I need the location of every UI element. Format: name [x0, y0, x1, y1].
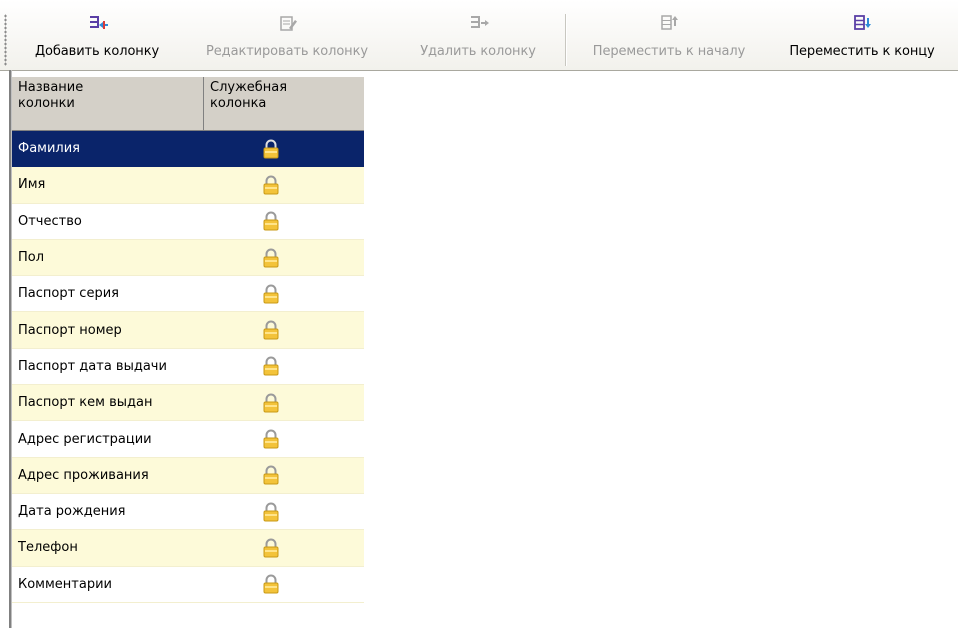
table-row[interactable]: Паспорт кем выдан: [12, 385, 364, 422]
lock-icon: [263, 356, 279, 376]
lock-icon: [263, 502, 279, 522]
column-name-cell[interactable]: Комментарии: [12, 577, 204, 592]
service-column-cell[interactable]: [204, 211, 364, 231]
move-to-start-icon: [661, 15, 678, 30]
service-column-cell[interactable]: [204, 465, 364, 485]
move-to-end-button[interactable]: Переместить к концу: [772, 8, 952, 66]
lock-icon: [263, 320, 279, 340]
move-to-start-button[interactable]: Переместить к началу: [574, 8, 764, 66]
grid-body: Фамилия Имя Отчество Пол Паспорт серия Паспор…: [12, 131, 364, 603]
header-name-line2: колонки: [18, 96, 75, 111]
lock-icon: [263, 284, 279, 304]
column-name-cell[interactable]: Пол: [12, 250, 204, 265]
service-column-cell[interactable]: [204, 248, 364, 268]
table-row[interactable]: Паспорт номер: [12, 312, 364, 349]
toolbar: Добавить колонку Редактировать колонку У…: [0, 0, 958, 71]
toolbar-separator: [565, 14, 567, 66]
header-column-name[interactable]: Название колонки: [12, 77, 204, 130]
table-row[interactable]: Телефон: [12, 530, 364, 567]
lock-icon: [263, 248, 279, 268]
service-column-cell[interactable]: [204, 429, 364, 449]
header-service-line1: Служебная: [210, 80, 288, 95]
table-row[interactable]: Паспорт дата выдачи: [12, 348, 364, 386]
table-row[interactable]: Комментарии: [12, 566, 364, 603]
service-column-cell[interactable]: [204, 538, 364, 558]
column-name-cell[interactable]: Адрес проживания: [12, 468, 204, 483]
table-row[interactable]: Фамилия: [12, 131, 364, 168]
table-row[interactable]: Адрес проживания: [12, 457, 364, 494]
column-name-cell[interactable]: Паспорт кем выдан: [12, 395, 204, 410]
column-name-cell[interactable]: Дата рождения: [12, 504, 204, 519]
header-name-line1: Название: [18, 80, 84, 95]
service-column-cell[interactable]: [204, 320, 364, 340]
table-row[interactable]: Пол: [12, 239, 364, 277]
move-to-end-label: Переместить к концу: [789, 44, 935, 59]
edit-column-icon: [280, 16, 297, 31]
columns-grid[interactable]: Название колонки Служебная колонка Фамил…: [12, 76, 364, 603]
grid-header: Название колонки Служебная колонка: [12, 76, 364, 131]
edit-column-button[interactable]: Редактировать колонку: [186, 8, 388, 66]
lock-icon: [263, 393, 279, 413]
column-name-cell[interactable]: Имя: [12, 177, 204, 192]
lock-icon: [263, 538, 279, 558]
column-name-cell[interactable]: Адрес регистрации: [12, 432, 204, 447]
add-column-label: Добавить колонку: [34, 44, 160, 59]
add-column-button[interactable]: Добавить колонку: [18, 8, 176, 66]
toolbar-grip[interactable]: [4, 14, 7, 66]
service-column-cell[interactable]: [204, 175, 364, 195]
lock-icon: [263, 139, 279, 159]
lock-icon: [263, 429, 279, 449]
lock-icon: [263, 175, 279, 195]
delete-column-button[interactable]: Удалить колонку: [403, 8, 553, 66]
lock-icon: [263, 574, 279, 594]
service-column-cell[interactable]: [204, 139, 364, 159]
column-name-cell[interactable]: Фамилия: [12, 141, 204, 156]
table-row[interactable]: Имя: [12, 167, 364, 204]
column-name-cell[interactable]: Паспорт серия: [12, 286, 204, 301]
add-column-icon: [90, 16, 108, 29]
service-column-cell[interactable]: [204, 574, 364, 594]
column-name-cell[interactable]: Паспорт дата выдачи: [12, 359, 204, 374]
column-name-cell[interactable]: Паспорт номер: [12, 323, 204, 338]
lock-icon: [263, 465, 279, 485]
column-name-cell[interactable]: Телефон: [12, 540, 204, 555]
move-to-end-icon: [854, 15, 871, 30]
table-row[interactable]: Отчество: [12, 203, 364, 240]
header-service-column[interactable]: Служебная колонка: [204, 77, 364, 130]
service-column-cell[interactable]: [204, 393, 364, 413]
lock-icon: [263, 211, 279, 231]
service-column-cell[interactable]: [204, 284, 364, 304]
edit-column-label: Редактировать колонку: [206, 44, 368, 59]
delete-column-icon: [471, 16, 489, 28]
table-row[interactable]: Паспорт серия: [12, 276, 364, 313]
table-row[interactable]: Адрес регистрации: [12, 421, 364, 458]
header-service-line2: колонка: [210, 96, 267, 111]
service-column-cell[interactable]: [204, 356, 364, 376]
delete-column-label: Удалить колонку: [420, 44, 536, 59]
service-column-cell[interactable]: [204, 502, 364, 522]
move-to-start-label: Переместить к началу: [592, 44, 746, 59]
table-row[interactable]: Дата рождения: [12, 493, 364, 531]
column-name-cell[interactable]: Отчество: [12, 214, 204, 229]
